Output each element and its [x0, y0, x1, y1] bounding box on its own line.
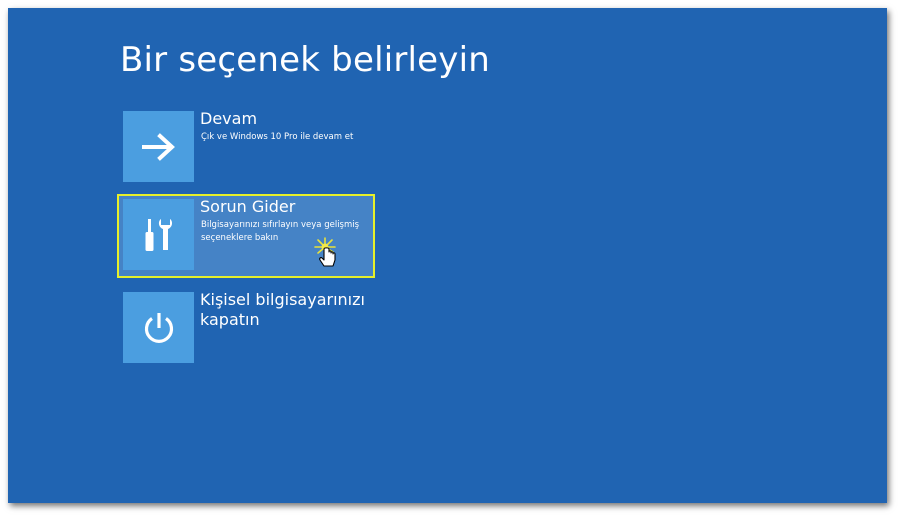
option-continue-description: Çık ve Windows 10 Pro ile devam et — [201, 132, 354, 142]
option-troubleshoot-tile — [123, 199, 194, 270]
option-shutdown-tile — [123, 292, 194, 363]
option-continue[interactable]: Devam Çık ve Windows 10 Pro ile devam et — [118, 106, 376, 190]
option-troubleshoot[interactable]: Sorun Gider Bilgisayarınızı sıfırlayın v… — [117, 194, 375, 278]
option-troubleshoot-title: Sorun Gider — [200, 197, 296, 216]
option-continue-tile — [123, 111, 194, 182]
option-continue-title: Devam — [200, 109, 258, 128]
power-icon — [144, 312, 173, 343]
tools-icon — [145, 218, 172, 251]
option-troubleshoot-description: Bilgisayarınızı sıfırlayın veya gelişmiş… — [201, 220, 360, 243]
recovery-screen: Bir seçenek belirleyin Devam Çık ve Wind… — [8, 8, 887, 503]
arrow-right-icon — [141, 132, 175, 161]
option-shutdown-title: Kişisel bilgisayarınızı kapatın — [200, 290, 365, 329]
page-title: Bir seçenek belirleyin — [120, 40, 491, 80]
option-shutdown[interactable]: Kişisel bilgisayarınızı kapatın — [118, 287, 376, 371]
